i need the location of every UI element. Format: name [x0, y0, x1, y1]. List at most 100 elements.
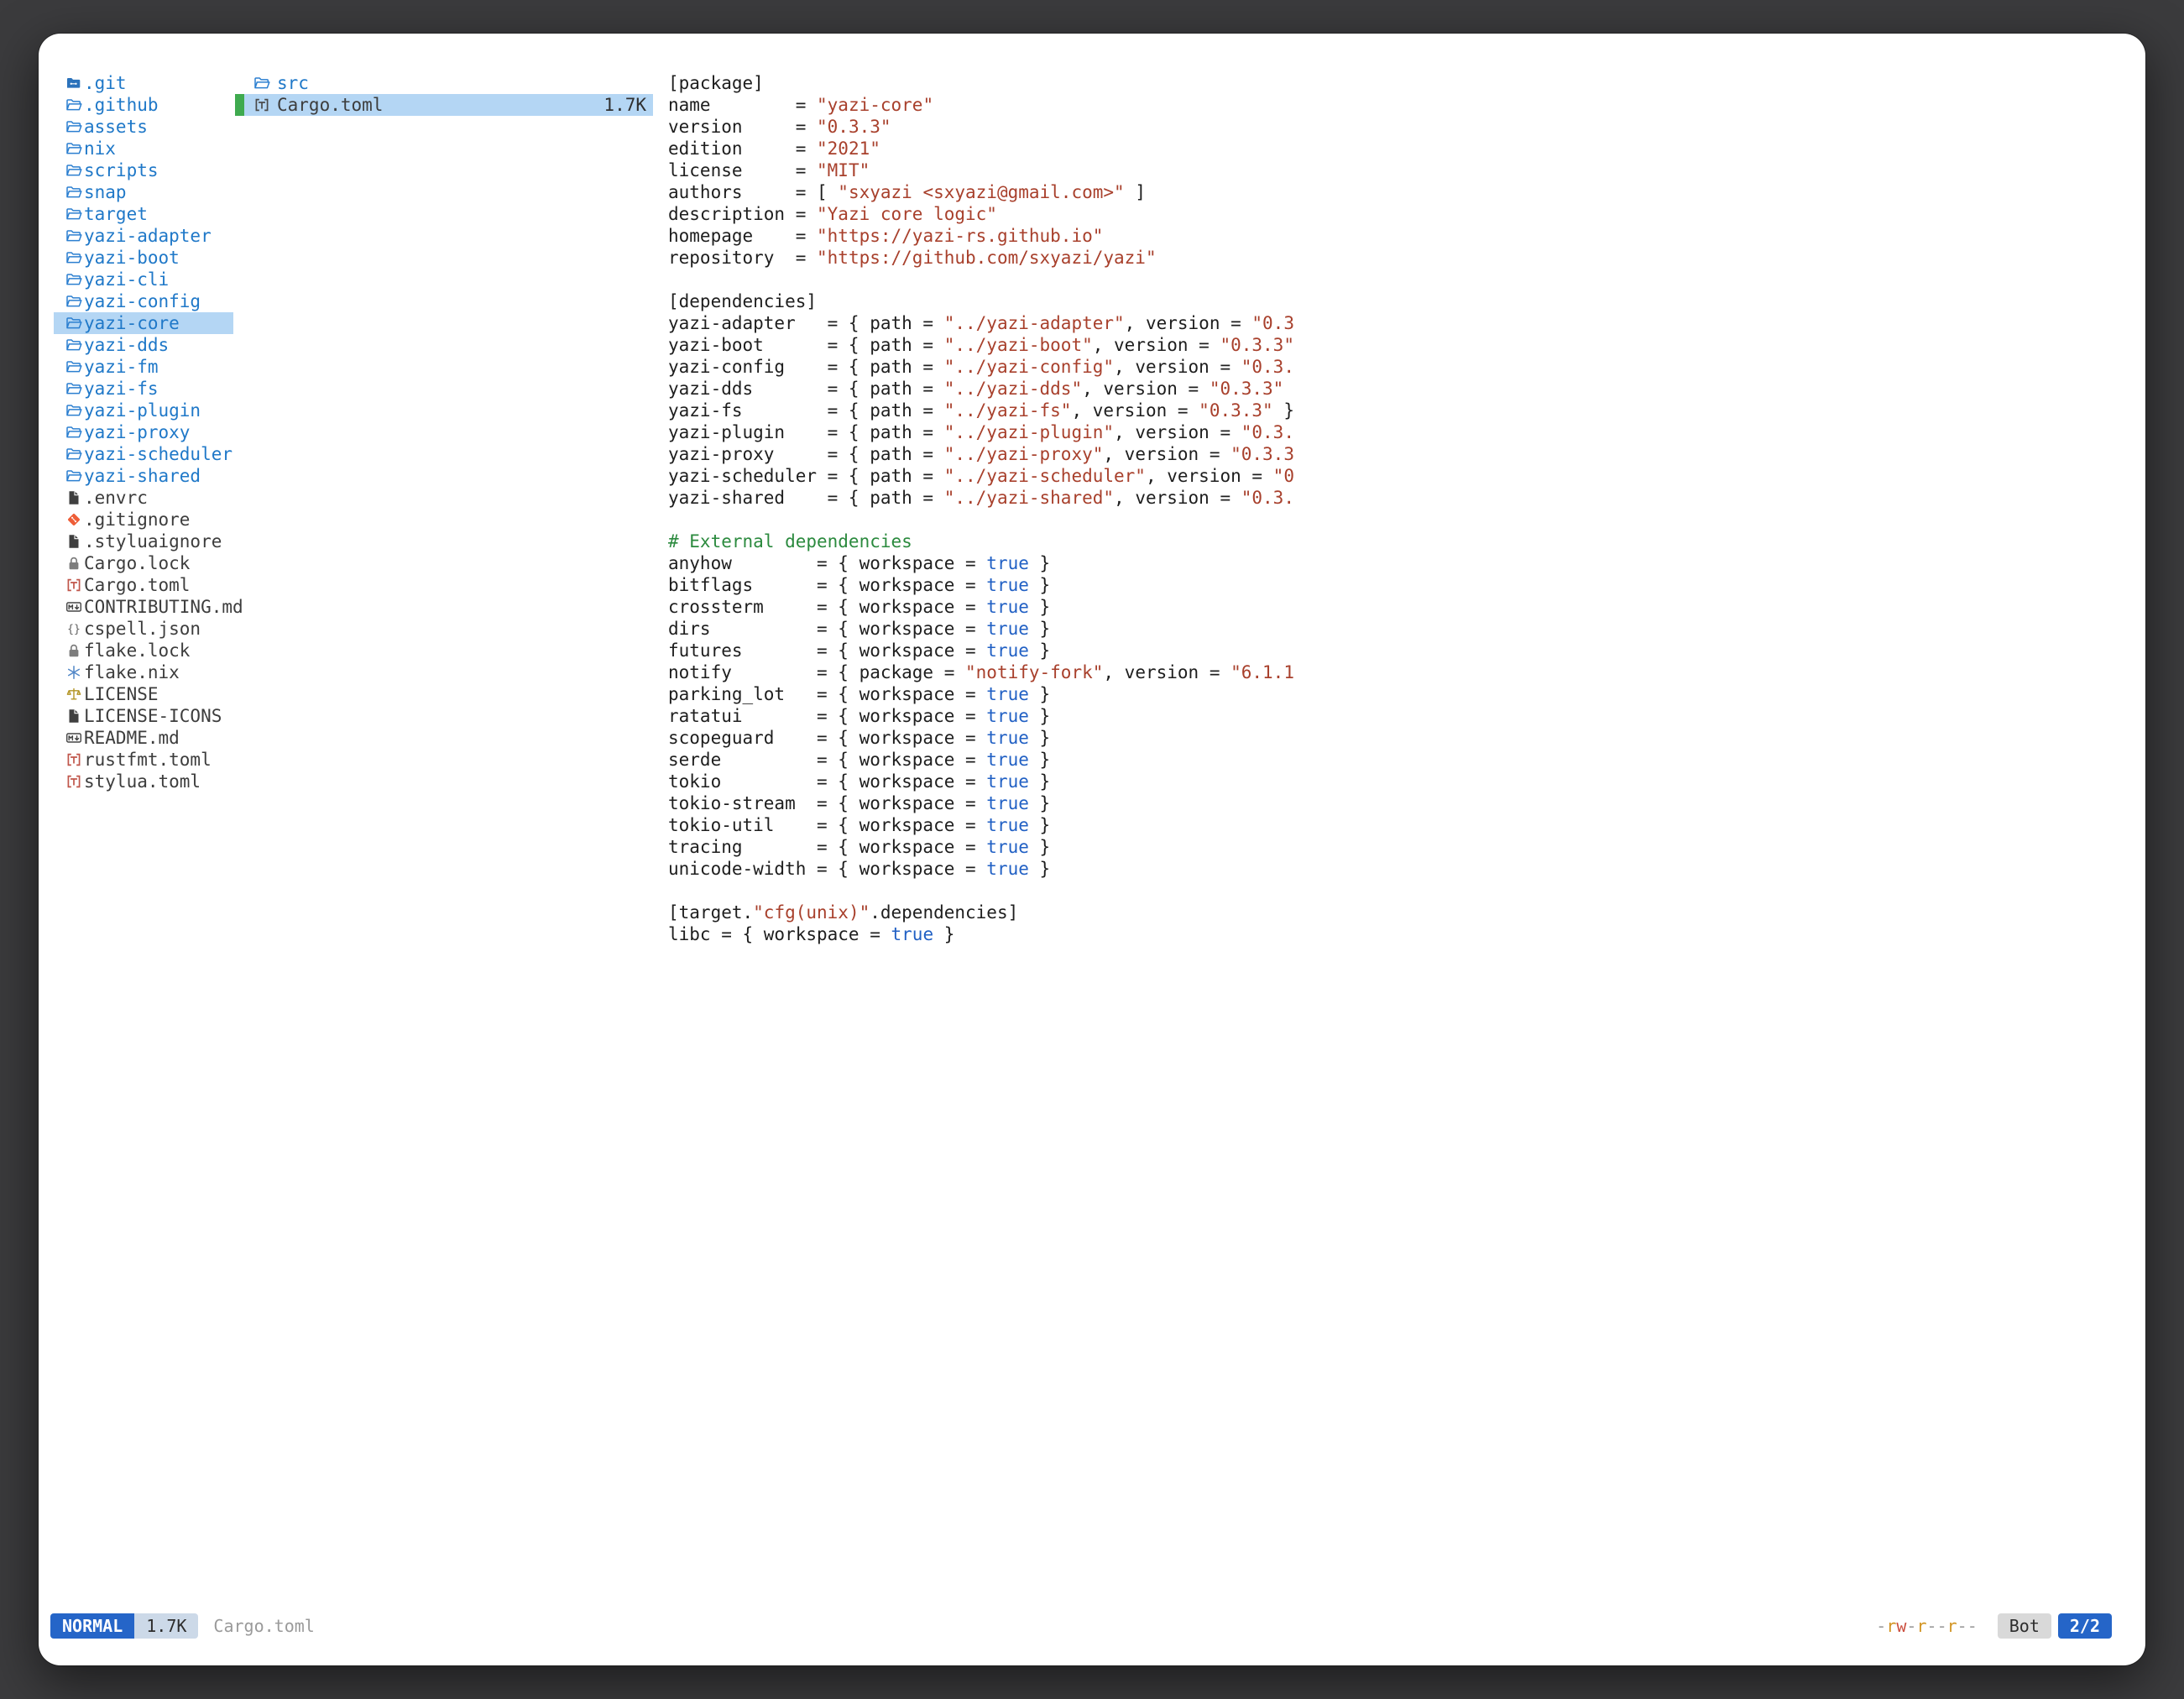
mode-indicator: NORMAL: [50, 1613, 134, 1639]
folder-item-yazi-config[interactable]: yazi-config: [54, 290, 233, 312]
folder-item-yazi-adapter[interactable]: yazi-adapter: [54, 225, 233, 247]
entry-name: stylua.toml: [84, 771, 201, 792]
folder-item-yazi-scheduler[interactable]: yazi-scheduler: [54, 443, 233, 465]
entry-name: yazi-cli: [84, 269, 169, 290]
folder-open-icon: [65, 403, 82, 418]
git-icon: [65, 512, 82, 527]
lock-icon: [65, 556, 82, 571]
folder-item-yazi-cli[interactable]: yazi-cli: [54, 269, 233, 290]
preview-line: tokio-stream = { workspace = true }: [668, 792, 2129, 814]
folder-item-.github[interactable]: .github: [54, 94, 233, 116]
entry-name: rustfmt.toml: [84, 749, 212, 771]
entry-name: yazi-boot: [84, 247, 180, 269]
folder-item-yazi-shared[interactable]: yazi-shared: [54, 465, 233, 487]
folder-item-yazi-boot[interactable]: yazi-boot: [54, 247, 233, 269]
folder-open-icon: [65, 185, 82, 200]
entry-name: snap: [84, 181, 127, 203]
file-item-flake.nix[interactable]: flake.nix: [54, 661, 233, 683]
selection-marker: [235, 94, 244, 116]
folder-item-scripts[interactable]: scripts: [54, 159, 233, 181]
entry-name: .github: [84, 94, 159, 116]
preview-line: homepage = "https://yazi-rs.github.io": [668, 225, 2129, 247]
entry-name: yazi-shared: [84, 465, 201, 487]
markdown-icon: [65, 730, 82, 745]
preview-line: libc = { workspace = true }: [668, 923, 2129, 945]
entry-name: CONTRIBUTING.md: [84, 596, 243, 618]
folder-open-icon: [65, 206, 82, 222]
entry-name: .git: [84, 72, 127, 94]
preview-line: yazi-proxy = { path = "../yazi-proxy", v…: [668, 443, 2129, 465]
file-item-license-icons[interactable]: LICENSE-ICONS: [54, 705, 233, 727]
file-icon: [65, 534, 82, 549]
entry-name: yazi-core: [84, 312, 180, 334]
selection-marker: [235, 72, 244, 94]
entry-name: Cargo.toml: [84, 574, 190, 596]
preview-line: description = "Yazi core logic": [668, 203, 2129, 225]
file-item-stylua.toml[interactable]: stylua.toml: [54, 771, 233, 792]
cursor-position-indicator: 2/2: [2058, 1613, 2112, 1639]
preview-line: [668, 269, 2129, 290]
file-item-cargo.toml[interactable]: Cargo.toml: [54, 574, 233, 596]
toml-dark-icon: [253, 97, 270, 112]
entry-name: yazi-fs: [84, 378, 159, 400]
entry-name: LICENSE: [84, 683, 159, 705]
file-item-cargo.toml[interactable]: Cargo.toml1.7K: [235, 94, 653, 116]
file-item-flake.lock[interactable]: flake.lock: [54, 640, 233, 661]
folder-item-snap[interactable]: snap: [54, 181, 233, 203]
preview-line: futures = { workspace = true }: [668, 640, 2129, 661]
file-item-license[interactable]: LICENSE: [54, 683, 233, 705]
file-item-.gitignore[interactable]: .gitignore: [54, 509, 233, 531]
folder-item-target[interactable]: target: [54, 203, 233, 225]
entry-name: flake.lock: [84, 640, 190, 661]
preview-line: crossterm = { workspace = true }: [668, 596, 2129, 618]
file-item-.envrc[interactable]: .envrc: [54, 487, 233, 509]
folder-item-yazi-proxy[interactable]: yazi-proxy: [54, 421, 233, 443]
parent-directory-pane: .git.githubassetsnixscriptssnaptargetyaz…: [54, 72, 233, 792]
preview-line: yazi-config = { path = "../yazi-config",…: [668, 356, 2129, 378]
folder-item-src[interactable]: src: [235, 72, 653, 94]
preview-line: yazi-fs = { path = "../yazi-fs", version…: [668, 400, 2129, 421]
file-item-cspell.json[interactable]: {}cspell.json: [54, 618, 233, 640]
json-icon: {}: [65, 621, 82, 636]
entry-name: cspell.json: [84, 618, 201, 640]
preview-line: scopeguard = { workspace = true }: [668, 727, 2129, 749]
toml-icon: [65, 578, 82, 593]
file-item-cargo.lock[interactable]: Cargo.lock: [54, 552, 233, 574]
preview-line: parking_lot = { workspace = true }: [668, 683, 2129, 705]
folder-item-yazi-fs[interactable]: yazi-fs: [54, 378, 233, 400]
preview-line: notify = { package = "notify-fork", vers…: [668, 661, 2129, 683]
preview-line: authors = [ "sxyazi <sxyazi@gmail.com>" …: [668, 181, 2129, 203]
entry-name: Cargo.toml: [277, 94, 383, 116]
file-item-readme.md[interactable]: README.md: [54, 727, 233, 749]
scroll-position-indicator: Bot: [1998, 1613, 2051, 1639]
preview-line: yazi-shared = { path = "../yazi-shared",…: [668, 487, 2129, 509]
entry-name: yazi-scheduler: [84, 443, 233, 465]
preview-line: serde = { workspace = true }: [668, 749, 2129, 771]
folder-item-yazi-fm[interactable]: yazi-fm: [54, 356, 233, 378]
entry-name: Cargo.lock: [84, 552, 190, 574]
preview-line: [dependencies]: [668, 290, 2129, 312]
entry-name: flake.nix: [84, 661, 180, 683]
preview-line: [target."cfg(unix)".dependencies]: [668, 902, 2129, 923]
current-directory-pane: srcCargo.toml1.7K: [235, 72, 653, 116]
markdown-icon: [65, 599, 82, 614]
folder-item-.git[interactable]: .git: [54, 72, 233, 94]
folder-item-nix[interactable]: nix: [54, 138, 233, 159]
folder-open-icon: [65, 468, 82, 484]
file-item-contributing.md[interactable]: CONTRIBUTING.md: [54, 596, 233, 618]
folder-item-assets[interactable]: assets: [54, 116, 233, 138]
folder-open-icon: [65, 272, 82, 287]
preview-line: [package]: [668, 72, 2129, 94]
preview-line: tokio-util = { workspace = true }: [668, 814, 2129, 836]
toml-icon: [65, 774, 82, 789]
entry-name: assets: [84, 116, 148, 138]
preview-line: [668, 509, 2129, 531]
folder-item-yazi-plugin[interactable]: yazi-plugin: [54, 400, 233, 421]
folder-item-yazi-core[interactable]: yazi-core: [54, 312, 233, 334]
folder-item-yazi-dds[interactable]: yazi-dds: [54, 334, 233, 356]
file-item-.styluaignore[interactable]: .styluaignore: [54, 531, 233, 552]
svg-text:{}: {}: [67, 624, 81, 636]
entry-name: LICENSE-ICONS: [84, 705, 222, 727]
file-item-rustfmt.toml[interactable]: rustfmt.toml: [54, 749, 233, 771]
entry-name: yazi-proxy: [84, 421, 190, 443]
